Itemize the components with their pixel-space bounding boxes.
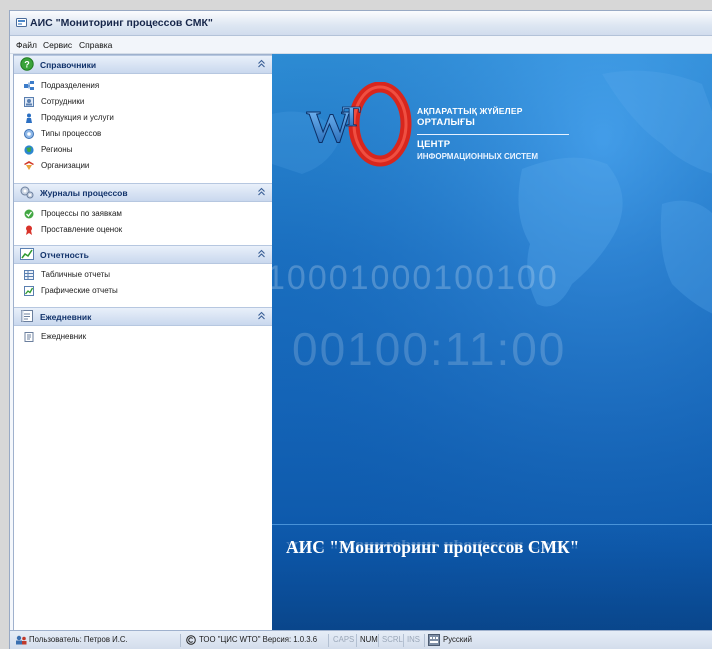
- group-header-references[interactable]: ? Справочники: [14, 55, 272, 74]
- status-ins: INS: [407, 635, 420, 644]
- menu-service[interactable]: Сервис: [43, 40, 72, 50]
- sidebar-item-table-reports[interactable]: Табличные отчеты: [24, 269, 264, 283]
- sidebar-item-label: Табличные отчеты: [41, 270, 111, 279]
- group-header-reports[interactable]: Отчетность: [14, 245, 272, 264]
- status-scrl: SCRL: [382, 635, 403, 644]
- departments-icon: [24, 81, 34, 90]
- status-copyright: ТОО "ЦИС WTO" Версия: 1.0.3.6: [199, 635, 318, 644]
- collapse-icon[interactable]: [257, 59, 266, 69]
- status-separator: [403, 634, 404, 647]
- process-requests-icon: [24, 209, 34, 219]
- status-num: NUM: [360, 635, 378, 644]
- process-types-icon: [24, 129, 34, 139]
- user-icon: [16, 635, 27, 645]
- sidebar-item-process-types[interactable]: Типы процессов: [24, 128, 264, 142]
- status-separator: [356, 634, 357, 647]
- org-name-kz-2: ОРТАЛЫҒЫ: [417, 117, 476, 128]
- menu-help[interactable]: Справка: [79, 40, 112, 50]
- group-title-reports: Отчетность: [40, 250, 89, 260]
- status-separator: [424, 634, 425, 647]
- menu-file[interactable]: Файл: [16, 40, 37, 50]
- sidebar-item-departments[interactable]: Подразделения: [24, 80, 264, 94]
- org-name-ru-2: ИНФОРМАЦИОННЫХ СИСТЕМ: [417, 152, 539, 161]
- status-separator: [378, 634, 379, 647]
- status-separator: [328, 634, 329, 647]
- copyright-icon: [186, 635, 196, 645]
- sidebar-item-employees[interactable]: Сотрудники: [24, 96, 264, 110]
- sidebar-item-diary[interactable]: Ежедневник: [24, 331, 264, 345]
- org-divider: [417, 134, 569, 135]
- splash-banner: 10001000100100 00100:11:00 W T АҚПАРАТТЫ…: [272, 54, 712, 630]
- org-name-kz-1: АҚПАРАТТЫҚ ЖҮЙЕЛЕР: [417, 106, 523, 116]
- sidebar: ? Справочники Подразделения Сотрудники П…: [13, 54, 273, 632]
- keyboard-language-icon[interactable]: [428, 634, 440, 646]
- group-header-diary[interactable]: Ежедневник: [14, 307, 272, 326]
- sidebar-item-label: Ежедневник: [41, 332, 87, 341]
- wto-logo-mark: W T: [306, 81, 412, 167]
- collapse-icon[interactable]: [257, 311, 266, 321]
- chart-icon: [20, 248, 34, 260]
- title-bar[interactable]: АИС "Мониторинг процессов СМК": [10, 11, 712, 36]
- collapse-icon[interactable]: [257, 249, 266, 259]
- sidebar-item-label: Проставление оценок: [41, 225, 123, 234]
- organizations-icon: [24, 161, 34, 170]
- app-icon: [16, 18, 27, 27]
- status-separator: [180, 634, 181, 647]
- ribbon-icon: [26, 225, 32, 235]
- sidebar-item-label: Процессы по заявкам: [41, 209, 122, 218]
- group-header-process-journals[interactable]: Журналы процессов: [14, 183, 272, 202]
- svg-text:?: ?: [24, 60, 30, 70]
- binary-decoration: 10001000100100: [272, 259, 559, 297]
- sidebar-item-regions[interactable]: Регионы: [24, 144, 264, 158]
- status-bar: Пользователь: Петров И.С. ТОО "ЦИС WTO" …: [10, 630, 712, 649]
- collapse-icon[interactable]: [257, 187, 266, 197]
- sidebar-item-label: Типы процессов: [41, 129, 102, 138]
- sidebar-item-ratings[interactable]: Проставление оценок: [24, 224, 264, 238]
- binary-decoration: 00100:11:00: [292, 323, 567, 375]
- sidebar-item-organizations[interactable]: Организации: [24, 160, 264, 174]
- graph-report-icon: [24, 286, 34, 296]
- sidebar-item-label: Организации: [41, 161, 90, 170]
- app-window: АИС "Мониторинг процессов СМК" Файл Серв…: [9, 10, 712, 649]
- group-title-references: Справочники: [40, 60, 97, 70]
- globe-icon: [24, 145, 34, 155]
- status-caps: CAPS: [333, 635, 355, 644]
- sidebar-item-label: Продукция и услуги: [41, 113, 114, 122]
- sidebar-item-products[interactable]: Продукция и услуги: [24, 112, 264, 126]
- help-icon: ?: [20, 57, 34, 71]
- status-user: Пользователь: Петров И.С.: [29, 635, 128, 644]
- diary-icon: [24, 332, 34, 342]
- svg-text:T: T: [342, 102, 361, 133]
- sidebar-item-label: Регионы: [41, 145, 73, 154]
- group-title-process-journals: Журналы процессов: [40, 188, 128, 198]
- sidebar-item-label: Подразделения: [41, 81, 100, 90]
- sidebar-item-process-requests[interactable]: Процессы по заявкам: [24, 208, 264, 222]
- banner-title-reflection: АИС "Мониторинг процессов СМК": [286, 540, 580, 551]
- status-language[interactable]: Русский: [443, 635, 472, 644]
- products-icon: [26, 113, 32, 123]
- sidebar-item-label: Сотрудники: [41, 97, 85, 106]
- gears-icon: [20, 186, 34, 199]
- menu-bar: Файл Сервис Справка: [10, 36, 712, 54]
- window-title: АИС "Мониторинг процессов СМК": [30, 17, 213, 29]
- employees-icon: [24, 97, 34, 107]
- table-report-icon: [24, 270, 34, 280]
- sidebar-item-graph-reports[interactable]: Графические отчеты: [24, 285, 264, 299]
- wto-logo: W T: [298, 81, 416, 168]
- sidebar-item-label: Графические отчеты: [41, 286, 118, 295]
- notebook-icon: [21, 310, 33, 322]
- org-name-ru-1: ЦЕНТР: [417, 139, 451, 150]
- group-title-diary: Ежедневник: [40, 312, 92, 322]
